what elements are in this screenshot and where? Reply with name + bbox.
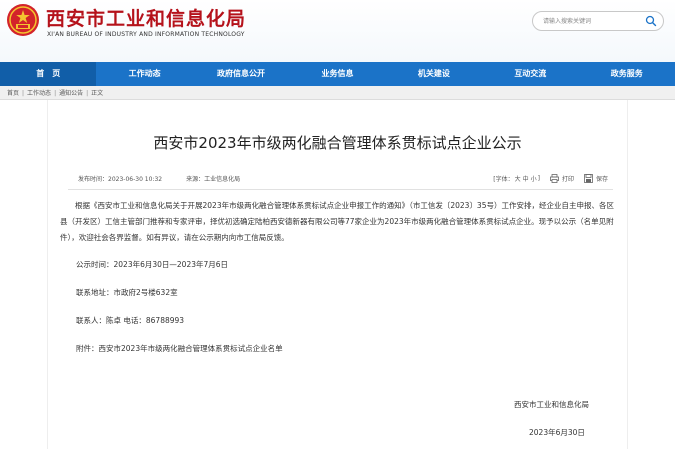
save-label: 保存 — [595, 176, 608, 183]
article-title: 西安市2023年市级两化融合管理体系贯标试点企业公示 — [153, 134, 522, 152]
breadcrumb-home[interactable]: 首页 — [7, 90, 19, 97]
font-size-medium[interactable]: 中 — [523, 174, 529, 183]
breadcrumb-notices[interactable]: 通知公告 — [59, 90, 83, 97]
font-size-small[interactable]: 小 — [531, 174, 537, 183]
font-size-label: [字体： — [493, 176, 514, 183]
site-title: 西安市工业和信息化局 — [46, 8, 247, 30]
article-meta: 发布时间：2023-06-30 10:32 来源：工业信息化局 [字体： 大 中 … — [78, 173, 608, 185]
meta-divider — [68, 189, 613, 190]
source-label: 来源： — [186, 176, 205, 183]
publish-time-label: 发布时间： — [78, 176, 109, 183]
article-body-paragraph: 根据《西安市工业和信息化局关于开展2023年市级两化融合管理体系贯标试点企业申报… — [60, 201, 614, 242]
signature-date: 2023年6月30日 — [529, 428, 585, 437]
nav-item-interaction[interactable]: 互动交流 — [482, 62, 578, 86]
contact-address: 联系地址：市政府2号楼632室 — [76, 288, 178, 297]
signature-org: 西安市工业和信息化局 — [514, 400, 589, 409]
attachment-link[interactable]: 附件：西安市2023年市级两化融合管理体系贯标试点企业名单 — [76, 343, 283, 354]
nav-item-work-news[interactable]: 工作动态 — [96, 62, 192, 86]
contact-person: 联系人：陈卓 电话：86788993 — [76, 316, 185, 325]
font-size-control: [字体： 大 中 小 ] — [493, 174, 540, 183]
publish-time: 2023-06-30 10:32 — [108, 176, 163, 183]
nav-item-gov-info[interactable]: 政府信息公开 — [193, 62, 289, 86]
meta-info: 发布时间：2023-06-30 10:32 来源：工业信息化局 — [78, 174, 240, 183]
breadcrumb-work-news[interactable]: 工作动态 — [27, 90, 51, 97]
font-size-large[interactable]: 大 — [515, 174, 521, 183]
meta-tools: [字体： 大 中 小 ] 打印 保存 — [483, 174, 608, 183]
print-button[interactable]: 打印 — [550, 174, 574, 183]
search-box — [532, 11, 664, 31]
source: 工业信息化局 — [204, 176, 241, 183]
breadcrumb-current: 正文 — [91, 90, 104, 97]
nav-item-home[interactable]: 首 页 — [0, 62, 97, 86]
save-icon — [584, 174, 593, 183]
notice-period: 公示时间：2023年6月30日—2023年7月6日 — [76, 260, 229, 269]
print-label: 打印 — [561, 176, 574, 183]
breadcrumb: 首页 | 工作动态 | 通知公告 | 正文 — [7, 90, 104, 97]
site-subtitle: XI'AN BUREAU OF INDUSTRY AND INFORMATION… — [47, 31, 245, 38]
save-button[interactable]: 保存 — [584, 174, 608, 183]
nav-item-business-info[interactable]: 业务信息 — [289, 62, 385, 86]
search-input[interactable] — [543, 15, 643, 28]
main-nav: 首 页 工作动态 政府信息公开 业务信息 机关建设 互动交流 政务服务 — [0, 62, 675, 86]
nav-item-organ-building[interactable]: 机关建设 — [386, 62, 482, 86]
breadcrumb-bar: 首页 | 工作动态 | 通知公告 | 正文 — [0, 86, 675, 100]
site-header: 西安市工业和信息化局 XI'AN BUREAU OF INDUSTRY AND … — [0, 0, 675, 62]
emblem-icon — [7, 4, 39, 36]
print-icon — [550, 174, 559, 183]
nav-item-gov-service[interactable]: 政务服务 — [579, 62, 675, 86]
font-size-close: ] — [537, 175, 540, 182]
search-icon[interactable] — [645, 15, 657, 27]
